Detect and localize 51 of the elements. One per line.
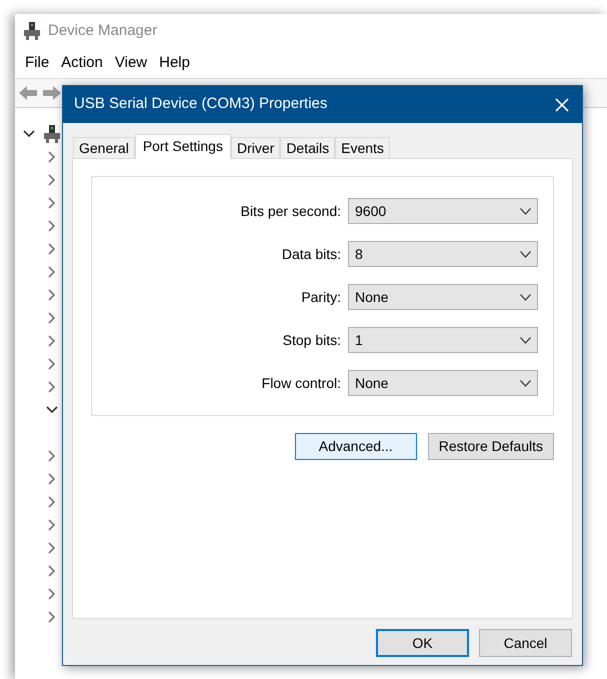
forward-icon[interactable]	[42, 85, 62, 101]
menu-item[interactable]: Action	[55, 52, 109, 74]
expand-chevron-icon[interactable]	[46, 588, 58, 600]
collapse-chevron-icon[interactable]	[46, 404, 58, 416]
window-title: Device Manager	[48, 20, 158, 41]
expand-chevron-icon[interactable]	[46, 450, 58, 462]
expand-chevron-icon[interactable]	[46, 610, 58, 622]
menu-item[interactable]: View	[108, 52, 154, 74]
dialog-button[interactable]: OK	[376, 629, 469, 657]
expand-chevron-icon[interactable]	[46, 334, 58, 346]
collapse-chevron-icon[interactable]	[23, 128, 35, 140]
dropdown[interactable]: 8	[348, 241, 538, 267]
computer-icon	[44, 124, 60, 142]
field-label: Flow control:	[262, 374, 341, 392]
expand-chevron-icon[interactable]	[46, 220, 58, 232]
tab[interactable]: Port Settings	[134, 134, 231, 159]
tab[interactable]: Events	[335, 137, 390, 158]
dropdown[interactable]: 1	[348, 327, 538, 353]
expand-chevron-icon[interactable]	[46, 564, 58, 576]
dropdown[interactable]: None	[348, 370, 538, 396]
expand-chevron-icon[interactable]	[46, 518, 58, 530]
dropdown[interactable]: None	[348, 284, 538, 310]
menu-item[interactable]: File	[19, 52, 56, 74]
tab[interactable]: Driver	[230, 137, 280, 158]
dropdown[interactable]: 9600	[348, 198, 538, 224]
field-label: Data bits:	[282, 244, 341, 264]
expand-chevron-icon[interactable]	[46, 358, 58, 370]
expand-chevron-icon[interactable]	[46, 496, 58, 508]
expand-chevron-icon[interactable]	[46, 542, 58, 554]
close-icon	[554, 96, 570, 112]
expand-chevron-icon[interactable]	[46, 150, 58, 162]
expand-chevron-icon[interactable]	[46, 288, 58, 300]
expand-chevron-icon[interactable]	[46, 174, 58, 186]
dialog-button[interactable]: Cancel	[479, 629, 572, 657]
field-label: Stop bits:	[282, 330, 341, 350]
field-label: Bits per second:	[240, 202, 341, 221]
back-icon[interactable]	[18, 85, 38, 101]
dialog-button[interactable]: Restore Defaults	[428, 433, 554, 460]
expand-chevron-icon[interactable]	[46, 380, 58, 392]
tab[interactable]: General	[73, 137, 135, 158]
tab[interactable]: Details	[280, 137, 336, 158]
menu-item[interactable]: Help	[153, 52, 196, 74]
field-label: Parity:	[301, 288, 341, 307]
expand-chevron-icon[interactable]	[46, 312, 58, 324]
expand-chevron-icon[interactable]	[46, 242, 58, 254]
dialog-button[interactable]: Advanced...	[294, 433, 417, 460]
expand-chevron-icon[interactable]	[46, 266, 58, 278]
device-manager-icon	[24, 22, 40, 40]
expand-chevron-icon[interactable]	[46, 196, 58, 208]
dialog-title: USB Serial Device (COM3) Properties	[74, 94, 328, 114]
expand-chevron-icon[interactable]	[46, 472, 58, 484]
